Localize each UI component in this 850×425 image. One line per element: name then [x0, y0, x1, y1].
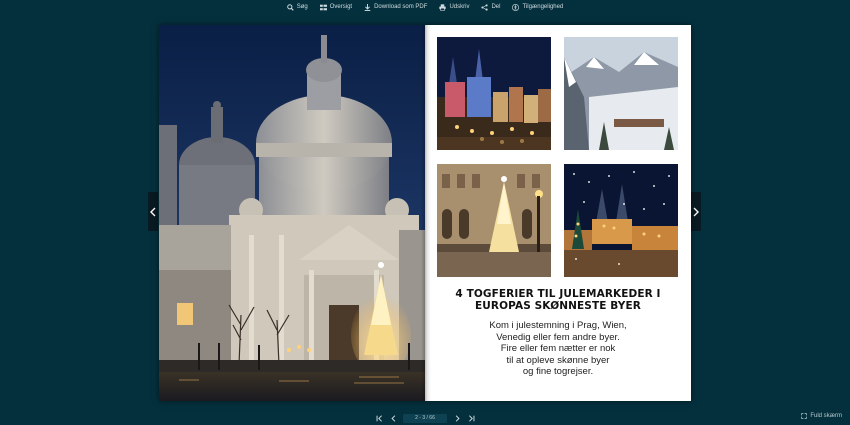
right-page: 4 TOGFERIER TIL JULEMARKEDER I EUROPAS S…: [425, 25, 691, 401]
article-headline: 4 TOGFERIER TIL JULEMARKEDER I EUROPAS S…: [425, 288, 691, 312]
download-icon: [364, 3, 371, 11]
overview-button[interactable]: Oversigt: [319, 4, 353, 11]
printer-icon: [439, 3, 447, 11]
photo-snowy-mountains: [564, 37, 678, 150]
print-button[interactable]: Udskriv: [439, 3, 470, 11]
next-page-button[interactable]: [691, 192, 701, 231]
chevron-left-icon: [390, 414, 395, 422]
chevron-left-icon: [150, 207, 156, 216]
book-spread: 4 TOGFERIER TIL JULEMARKEDER I EUROPAS S…: [159, 25, 691, 401]
body-line: til at opleve skønne byer: [506, 354, 610, 366]
download-label: Download som PDF: [374, 4, 428, 10]
headline-line-2: EUROPAS SKØNNESTE BYER: [475, 300, 641, 312]
body-line: Kom i julestemning i Prag, Wien,: [489, 320, 627, 331]
photo-market-square: [437, 37, 551, 150]
first-page-button[interactable]: [375, 414, 383, 422]
overview-label: Oversigt: [329, 4, 353, 10]
fullscreen-icon: [801, 413, 808, 419]
last-page-button[interactable]: [467, 414, 475, 422]
search-icon: [286, 3, 294, 11]
print-label: Udskriv: [449, 4, 470, 10]
fullscreen-button[interactable]: Fuld skærm: [801, 413, 842, 419]
next-page-small-button[interactable]: [453, 414, 461, 422]
photo-prague-night: [564, 164, 678, 277]
venice-basilica-image: [159, 25, 425, 401]
last-page-icon: [468, 414, 474, 422]
accessibility-icon: [512, 3, 520, 11]
prev-page-button[interactable]: [389, 414, 397, 422]
download-button[interactable]: Download som PDF: [364, 3, 428, 11]
fullscreen-label: Fuld skærm: [810, 413, 842, 419]
accessibility-button[interactable]: Tilgængelighed: [512, 3, 564, 11]
share-label: Del: [491, 4, 501, 10]
photo-venice-square-tree: [437, 164, 551, 277]
left-page-photo-venice: [159, 25, 425, 401]
page-number-input[interactable]: 2 - 3 / 66: [403, 413, 447, 423]
page-navigation: 2 - 3 / 66: [0, 412, 850, 424]
search-label: Søg: [296, 4, 308, 10]
previous-page-button[interactable]: [148, 192, 158, 231]
share-icon: [481, 3, 489, 11]
chevron-right-icon: [455, 414, 460, 422]
accessibility-label: Tilgængelighed: [522, 4, 564, 10]
first-page-icon: [376, 414, 382, 422]
top-toolbar: Søg Oversigt Download som PDF Udskriv De…: [0, 0, 850, 14]
search-button[interactable]: Søg: [286, 3, 308, 11]
headline-line-1: 4 TOGFERIER TIL JULEMARKEDER I: [455, 288, 661, 300]
article-body: Kom i julestemning i Prag, Wien, Venedig…: [425, 320, 691, 378]
body-line: Venedig eller fem andre byer.: [496, 331, 620, 343]
body-line: og fine togrejser.: [522, 366, 594, 377]
share-button[interactable]: Del: [481, 3, 501, 11]
chevron-right-icon: [693, 207, 699, 216]
body-line: Fire eller fem nætter er nok: [500, 343, 616, 354]
grid-icon: [319, 4, 327, 11]
